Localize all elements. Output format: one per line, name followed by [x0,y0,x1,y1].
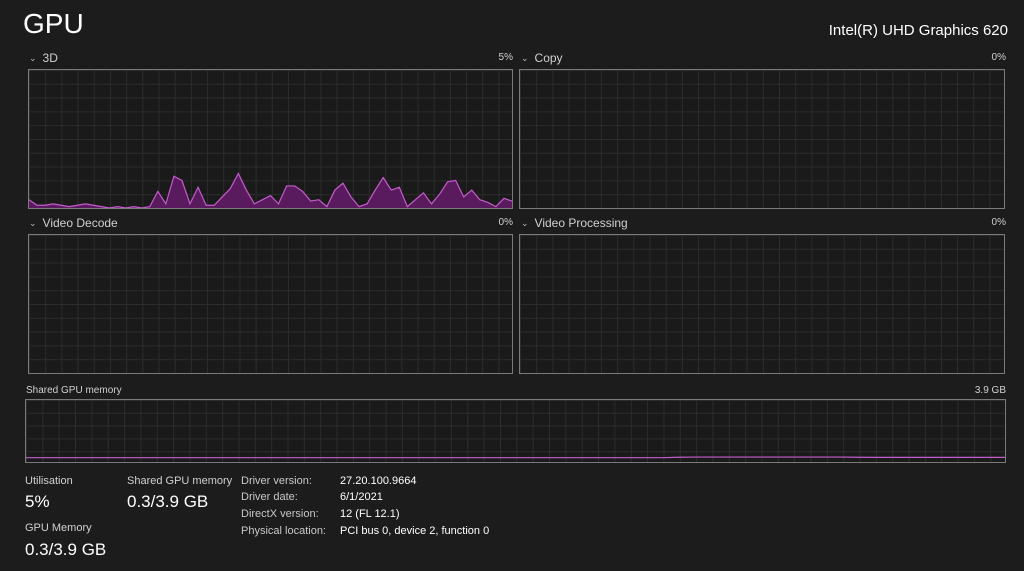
graph-shared-memory-title: Shared GPU memory [26,385,122,396]
gpu-memory-label: GPU Memory [25,522,92,534]
shared-gpu-memory-value: 0.3/3.9 GB [127,492,209,511]
graph-3d-chart[interactable] [28,69,513,209]
graph-video-decode-percent: 0% [498,217,513,228]
graph-3d-percent: 5% [498,52,513,63]
shared-memory-series-line [26,457,1005,458]
chevron-down-icon: ⌄ [29,52,37,63]
directx-version-value: 12 (FL 12.1) [340,508,400,520]
graph-video-decode-label[interactable]: ⌄ Video Decode [29,216,118,230]
gpu-3d-series-area [29,173,512,208]
utilisation-label: Utilisation [25,475,73,487]
gpu-memory-value: 0.3/3.9 GB [25,540,107,559]
physical-location-value: PCI bus 0, device 2, function 0 [340,525,490,537]
graph-video-decode-chart[interactable] [28,234,513,374]
graph-3d-label[interactable]: ⌄ 3D [29,51,58,65]
graph-copy-label[interactable]: ⌄ Copy [521,51,563,65]
directx-version-label: DirectX version: [241,508,319,520]
physical-location-label: Physical location: [241,525,326,537]
driver-date-value: 6/1/2021 [340,491,383,503]
driver-version-value: 27.20.100.9664 [340,475,417,487]
graph-video-decode-title: Video Decode [42,216,118,230]
graph-shared-memory-label: Shared GPU memory [26,385,122,396]
graph-copy-percent: 0% [991,52,1006,63]
shared-gpu-memory-label: Shared GPU memory [127,475,233,487]
graph-3d-svg [29,70,512,208]
chevron-down-icon: ⌄ [521,52,529,63]
chevron-down-icon: ⌄ [29,217,37,228]
utilisation-value: 5% [25,492,50,511]
driver-version-label: Driver version: [241,475,312,487]
graph-3d-title: 3D [42,51,58,65]
driver-date-label: Driver date: [241,491,298,503]
graph-video-processing-chart[interactable] [519,234,1005,374]
graph-shared-memory-chart[interactable] [25,399,1006,463]
graph-copy-chart[interactable] [519,69,1005,209]
graph-video-processing-label[interactable]: ⌄ Video Processing [521,216,628,230]
graph-shared-memory-max: 3.9 GB [974,385,1006,396]
graph-video-processing-percent: 0% [991,217,1006,228]
graph-video-processing-title: Video Processing [534,216,628,230]
chevron-down-icon: ⌄ [521,217,529,228]
graph-copy-title: Copy [534,51,563,65]
device-name: Intel(R) UHD Graphics 620 [828,22,1008,39]
page-title: GPU [23,8,84,39]
graph-shared-memory-svg [26,400,1005,462]
